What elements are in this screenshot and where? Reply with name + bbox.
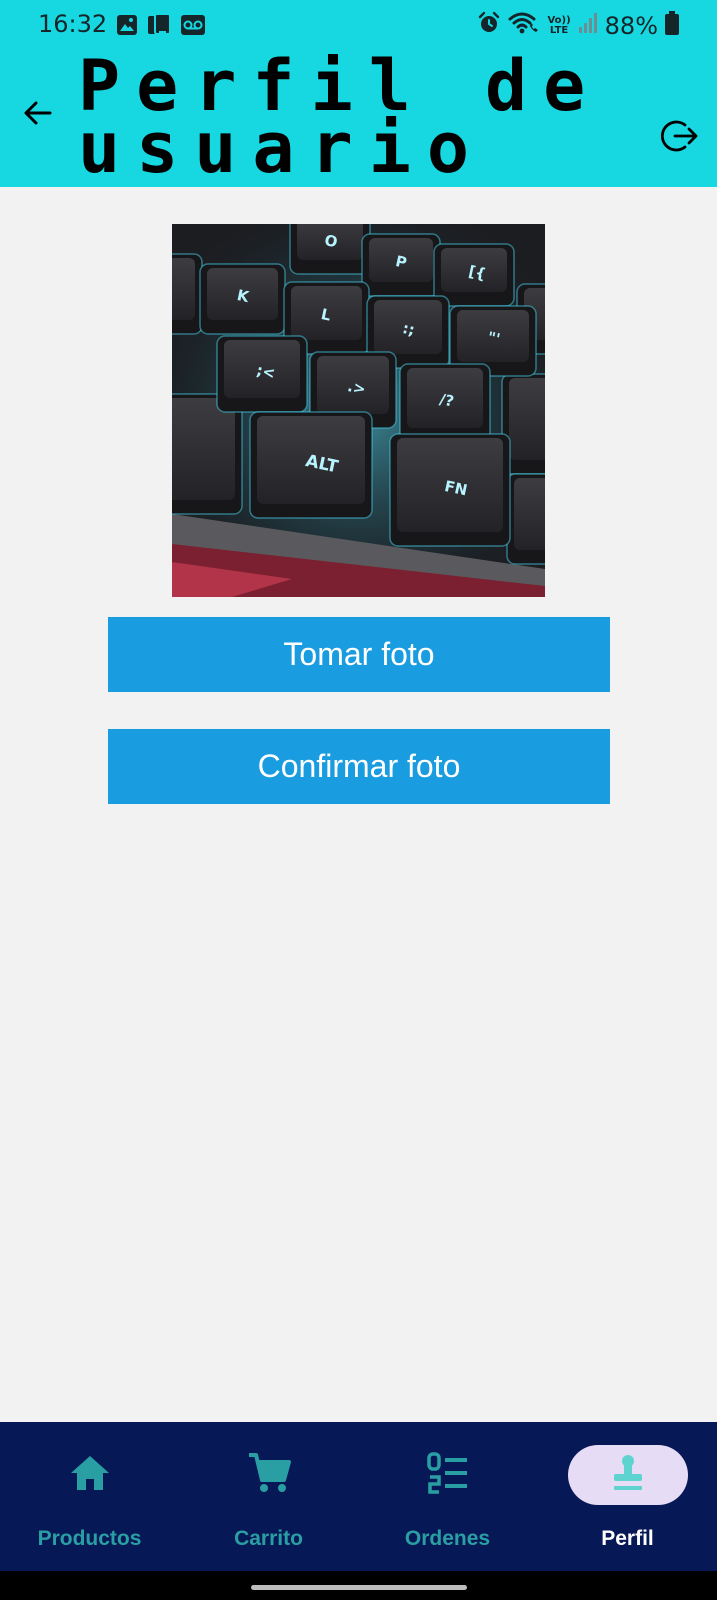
- nav-label-productos: Productos: [37, 1527, 142, 1550]
- wifi-calling-icon: [508, 10, 540, 41]
- keycap: O: [289, 224, 371, 275]
- page-title-line-1: Perfil de: [78, 54, 638, 116]
- status-notification-icons: [116, 13, 206, 42]
- nav-item-perfil[interactable]: Perfil: [538, 1422, 717, 1571]
- battery-percent: 88%: [604, 11, 658, 40]
- status-bar: 16:32 Vo)) LTE 88%: [0, 0, 717, 50]
- bottom-navigation: Productos Carrito Ordenes Perfil: [0, 1422, 717, 1571]
- logout-icon: [659, 116, 699, 161]
- system-gesture-bar: [0, 1571, 717, 1600]
- logout-button[interactable]: [657, 116, 701, 160]
- keycap: ;<: [216, 335, 308, 413]
- arrow-back-icon: [22, 97, 54, 134]
- page-title-text-1: Perfil de: [78, 54, 601, 116]
- back-button[interactable]: [18, 95, 58, 135]
- keycap: [172, 253, 203, 335]
- status-time: 16:32: [38, 10, 108, 38]
- nav-item-carrito[interactable]: Carrito: [179, 1422, 358, 1571]
- page-title-line-2: usuario: [78, 116, 638, 178]
- voicemail-icon: [180, 14, 206, 41]
- profile-photo: O P[{K L:; "' ;< .>/? ALT FN: [172, 224, 545, 597]
- device-icon: [146, 13, 172, 42]
- nav-item-productos[interactable]: Productos: [0, 1422, 179, 1571]
- cart-icon: [247, 1452, 291, 1499]
- keycap: [{: [433, 243, 515, 307]
- keycap: P: [361, 233, 441, 297]
- keycap: [506, 473, 545, 565]
- nav-icon-container: [388, 1445, 508, 1505]
- keycap: K: [199, 263, 286, 335]
- battery-icon: [665, 11, 679, 40]
- page-title: Perfil de usuario: [78, 54, 638, 178]
- home-icon: [69, 1454, 111, 1497]
- nav-label-ordenes: Ordenes: [404, 1527, 491, 1550]
- page-title-text-2: usuario: [78, 116, 485, 178]
- nav-icon-container-active: [567, 1445, 688, 1505]
- list-numbered-icon: [426, 1451, 469, 1499]
- nav-label-carrito: Carrito: [234, 1527, 303, 1550]
- top-bar: 16:32 Vo)) LTE 88% Perfil de usuario: [0, 0, 717, 187]
- alarm-icon: [477, 11, 501, 40]
- keycap-label: [{: [467, 262, 488, 283]
- nav-icon-container: [30, 1445, 150, 1505]
- nav-item-ordenes[interactable]: Ordenes: [358, 1422, 537, 1571]
- signal-icon: [578, 12, 598, 39]
- keycap-label: .>: [346, 377, 368, 398]
- confirm-photo-button[interactable]: Confirmar foto: [108, 729, 610, 804]
- nav-icon-container: [209, 1445, 329, 1505]
- keycap: /?: [399, 363, 491, 443]
- keycap: ALT: [249, 411, 373, 519]
- stamp-icon: [608, 1453, 648, 1498]
- take-photo-button[interactable]: Tomar foto: [108, 617, 610, 692]
- status-system-icons: Vo)) LTE 88%: [477, 10, 679, 41]
- volte-icon: Vo)) LTE: [547, 14, 571, 36]
- nav-label-perfil: Perfil: [601, 1527, 654, 1550]
- app-bar: Perfil de usuario: [0, 50, 717, 187]
- keycap: FN: [389, 433, 511, 547]
- gallery-icon: [116, 14, 138, 41]
- volte-bottom-label: LTE: [549, 24, 569, 36]
- keycap-label: ;<: [255, 361, 277, 382]
- volte-top-label: Vo)): [547, 14, 571, 26]
- home-gesture-handle[interactable]: [251, 1585, 467, 1590]
